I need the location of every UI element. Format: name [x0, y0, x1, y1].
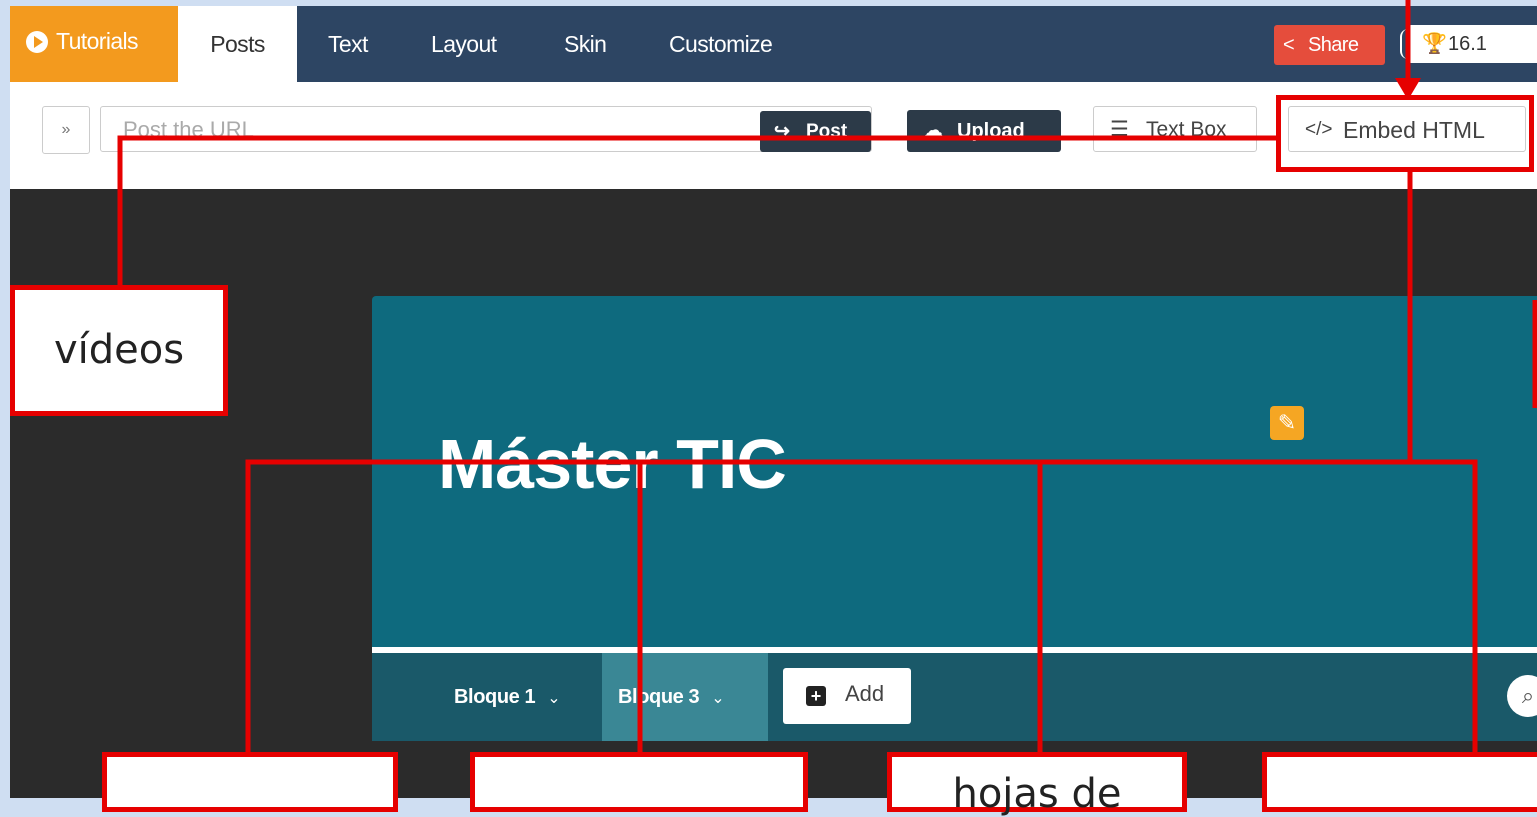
- upload-button[interactable]: ☁ Upload: [907, 110, 1061, 152]
- section-label: Bloque 3: [618, 686, 700, 708]
- plus-square-icon: +: [806, 686, 826, 706]
- text-box-label: Text Box: [1146, 118, 1227, 141]
- tab-posts[interactable]: Posts: [178, 6, 297, 82]
- add-section-button[interactable]: + Add: [783, 668, 911, 724]
- text-box-button[interactable]: ☰ Text Box: [1093, 106, 1257, 152]
- board-canvas: Máster TIC ✎ Bloque 1 ⌄ Bloque 3 ⌄ + Add ⌕: [372, 296, 1537, 741]
- share-square-icon: ↪: [774, 121, 790, 142]
- tab-tutorials[interactable]: Tutorials: [10, 6, 178, 82]
- post-label: Post: [806, 121, 848, 142]
- search-icon[interactable]: ⌕: [1507, 675, 1537, 717]
- section-tab-bloque-1[interactable]: Bloque 1 ⌄: [454, 653, 561, 741]
- post-button[interactable]: ↪ Post: [760, 111, 871, 152]
- trophy-icon: 🏆: [1422, 33, 1447, 55]
- tab-customize[interactable]: Customize: [669, 6, 773, 82]
- section-bar: Bloque 1 ⌄ Bloque 3 ⌄ + Add ⌕: [372, 653, 1537, 741]
- tab-layout[interactable]: Layout: [431, 6, 497, 82]
- share-button[interactable]: < Share: [1274, 25, 1385, 65]
- play-icon: [26, 31, 48, 53]
- double-chevron-down-icon: »: [61, 121, 71, 138]
- top-nav: Tutorials Posts Text Layout Skin Customi…: [10, 6, 1537, 82]
- collapse-button[interactable]: »: [42, 106, 90, 154]
- chevron-down-icon: ⌄: [711, 690, 725, 707]
- edit-pencil-icon[interactable]: ✎: [1270, 406, 1304, 440]
- tab-text[interactable]: Text: [328, 6, 368, 82]
- share-icon: <: [1283, 34, 1295, 56]
- trophy-value: 16.1: [1448, 33, 1487, 55]
- section-label: Bloque 1: [454, 686, 536, 708]
- share-label: Share: [1308, 34, 1359, 56]
- trophy-score[interactable]: 🏆 16.1: [1408, 25, 1537, 63]
- tab-skin[interactable]: Skin: [564, 6, 607, 82]
- tab-label: Tutorials: [56, 28, 139, 54]
- url-input[interactable]: Post the URL: [100, 106, 872, 152]
- upload-label: Upload: [957, 120, 1025, 142]
- cloud-upload-icon: ☁: [923, 120, 943, 142]
- section-tab-bloque-3[interactable]: Bloque 3 ⌄: [602, 653, 768, 741]
- url-placeholder: Post the URL: [123, 117, 254, 142]
- add-label: Add: [845, 681, 885, 706]
- chevron-down-icon: ⌄: [547, 690, 561, 707]
- board-title: Máster TIC: [438, 425, 787, 503]
- text-lines-icon: ☰: [1110, 118, 1129, 141]
- embed-highlight-frame: [1276, 95, 1534, 172]
